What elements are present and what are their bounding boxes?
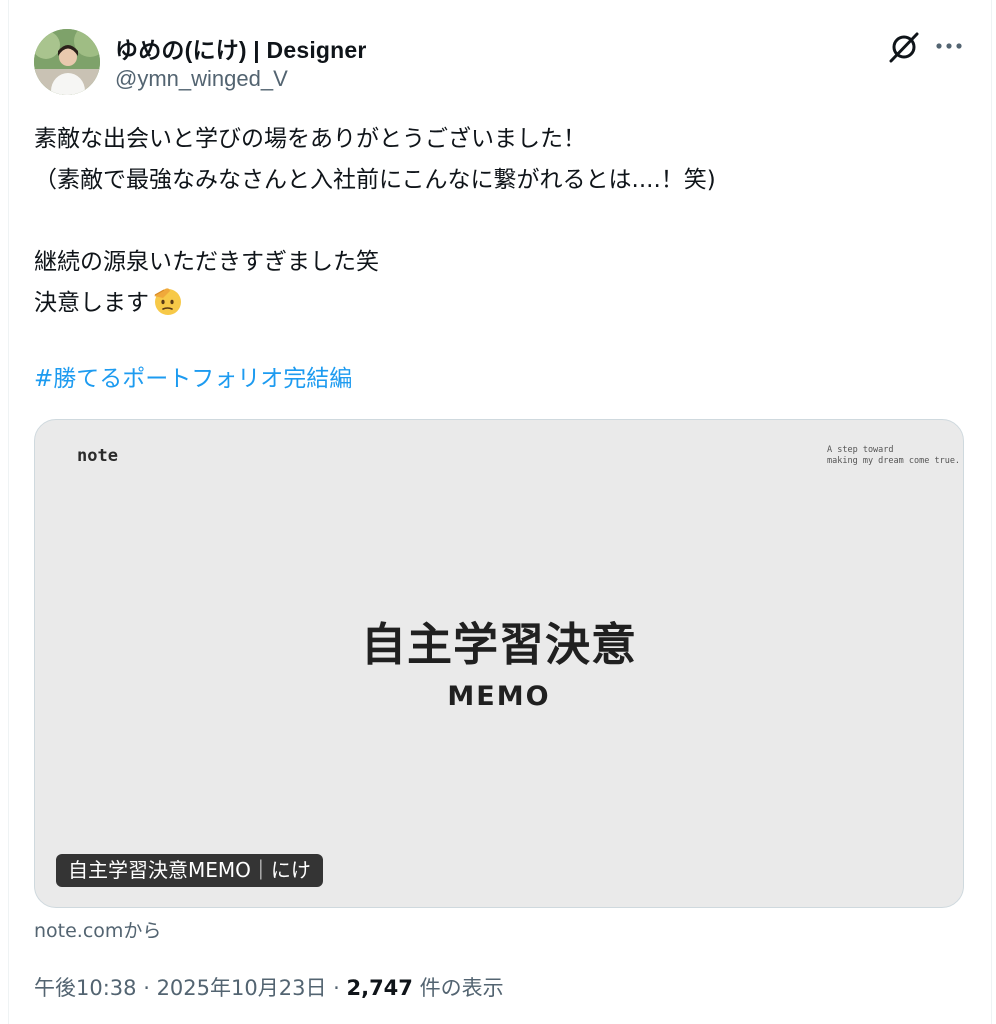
tweet-text: 素敵な出会いと学びの場をありがとうございました！ （素敵で最強なみなさんと入社前… <box>34 119 934 324</box>
tweet-line-text: 決意します <box>34 290 149 316</box>
tweet-date[interactable]: 2025年10月23日 <box>157 976 327 1000</box>
saluting-face-emoji <box>151 284 184 317</box>
tweet-meta: 午後10:38 · 2025年10月23日 · 2,747 件の表示 <box>34 972 504 1002</box>
tweet-line: 継続の源泉いただきすぎました笑 <box>34 249 379 275</box>
tweet-time[interactable]: 午後10:38 <box>34 976 137 1000</box>
meta-separator: · <box>326 976 347 1000</box>
display-name[interactable]: ゆめの(にけ) | Designer <box>115 31 367 65</box>
avatar-photo <box>34 29 100 95</box>
tweet-line: （素敵で最強なみなさんと入社前にこんなに繋がれるとは....！笑) <box>34 167 716 193</box>
card-tagline: A step toward making my dream come true. <box>827 445 961 466</box>
views-label: 件の表示 <box>412 976 504 1000</box>
avatar[interactable] <box>34 29 100 95</box>
tweet-line-with-emoji: 決意します <box>34 283 934 324</box>
views-count: 2,747 <box>346 976 413 1000</box>
meta-separator: · <box>136 976 157 1000</box>
link-source[interactable]: note.comから <box>34 916 161 943</box>
user-handle[interactable]: @ymn_winged_V <box>115 66 288 92</box>
hashtag-link[interactable]: #勝てるポートフォリオ完結編 <box>34 359 352 393</box>
card-hero-title: 自主学習決意 <box>360 618 637 671</box>
link-preview-card[interactable]: note A step toward making my dream come … <box>34 419 964 908</box>
grok-icon[interactable] <box>886 30 922 64</box>
tweet-line: 素敵な出会いと学びの場をありがとうございました！ <box>34 126 586 152</box>
more-icon[interactable] <box>933 33 965 59</box>
card-hero-subtitle: MEMO <box>447 681 551 712</box>
card-title-label: 自主学習決意MEMO｜にけ <box>56 854 323 887</box>
note-logo: note <box>77 446 118 466</box>
